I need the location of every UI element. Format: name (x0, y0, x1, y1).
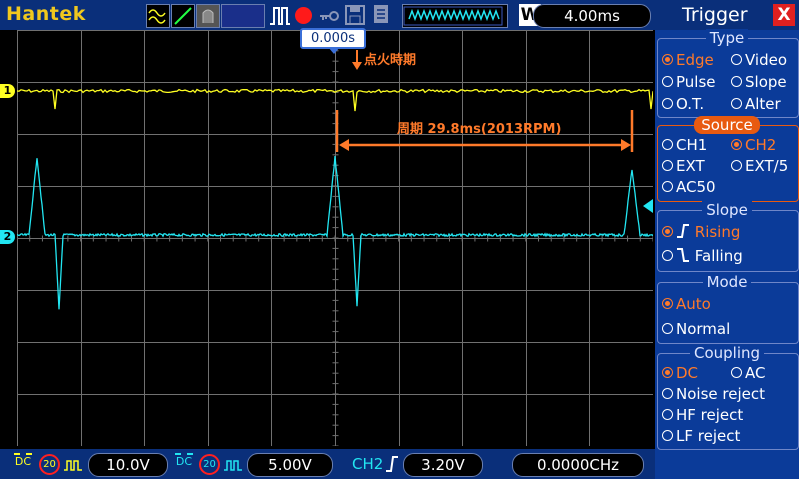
slope-option-falling[interactable]: Falling (662, 247, 743, 265)
persist-icon[interactable] (196, 4, 220, 28)
coupling-option-lf-reject[interactable]: LF reject (662, 427, 740, 445)
type-option-pulse[interactable]: Pulse (662, 73, 716, 91)
ch1-bandwidth-limit[interactable]: 20 (39, 454, 60, 475)
source-option-ext5[interactable]: EXT/5 (731, 157, 788, 175)
falling-edge-icon (677, 248, 689, 262)
record-icon[interactable] (295, 7, 312, 24)
trigger-level-readout[interactable]: 3.20V (403, 453, 483, 477)
memory-depth-icon[interactable] (402, 4, 508, 28)
ignition-label: 点火時期 (364, 52, 416, 68)
rising-edge-status-icon (385, 455, 399, 477)
sine-wave-icon[interactable] (146, 4, 170, 28)
mode-heading: Mode (655, 273, 799, 291)
ch2-coupling[interactable]: DC (175, 453, 193, 467)
trigger-channel-label[interactable]: CH2 (352, 454, 383, 474)
ramp-icon[interactable] (171, 4, 195, 28)
type-option-video[interactable]: Video (731, 51, 787, 69)
coupling-option-dc[interactable]: DC (662, 364, 698, 382)
ch1-volts-div[interactable]: 10.0V (88, 453, 168, 477)
ch2-waveform-icon (223, 457, 243, 476)
coupling-option-hf-reject[interactable]: HF reject (662, 406, 743, 424)
type-option-edge[interactable]: Edge (662, 51, 714, 69)
timebase-readout[interactable]: 4.00ms (533, 4, 651, 28)
source-option-ext[interactable]: EXT (662, 157, 705, 175)
print-icon[interactable] (372, 3, 392, 25)
source-option-ch2[interactable]: CH2 (731, 136, 776, 154)
period-arrow-head-right (621, 139, 631, 151)
ch2-bandwidth-limit[interactable]: 20 (199, 454, 220, 475)
pulse-icon[interactable] (269, 5, 291, 27)
trigger-position-readout[interactable]: 0.000s (300, 28, 366, 49)
coupling-option-noise-reject[interactable]: Noise reject (662, 385, 765, 403)
mode-option-normal[interactable]: Normal (662, 320, 730, 338)
toolbar: Hantek W 4.00ms (0, 0, 655, 30)
ch1-waveform-icon (63, 457, 83, 476)
save-icon[interactable] (345, 4, 365, 25)
type-heading: Type (655, 29, 799, 47)
slope-option-rising[interactable]: Rising (662, 223, 740, 241)
slope-heading: Slope (655, 201, 799, 219)
source-heading: Source (655, 116, 799, 134)
close-icon[interactable]: X (773, 4, 795, 26)
ch1-ground-marker[interactable]: 1 (0, 84, 15, 98)
type-option-ot[interactable]: O.T. (662, 95, 704, 113)
source-option-ch1[interactable]: CH1 (662, 136, 707, 154)
frequency-readout: 0.0000CHz (512, 453, 644, 477)
period-label: 周期 29.8ms(2013RPM) (397, 122, 561, 137)
trigger-panel: Trigger X Type Edge Video Pulse Slope O.… (655, 0, 799, 479)
ch1-coupling[interactable]: DC (14, 453, 32, 467)
key-icon[interactable] (318, 6, 340, 26)
coupling-heading: Coupling (655, 344, 799, 362)
trigger-position-pointer (328, 47, 340, 54)
type-option-alter[interactable]: Alter (731, 95, 781, 113)
period-arrow-head-left (339, 139, 349, 151)
type-option-slope[interactable]: Slope (731, 73, 787, 91)
brand-logo: Hantek (6, 3, 86, 25)
status-bar: DC 20 10.0V DC 20 5.00V CH2 3.20V 0.0000… (0, 449, 655, 479)
rising-edge-icon (677, 224, 689, 238)
waveform-display[interactable]: 点火時期 周期 29.8ms(2013RPM) 0.000s (16, 28, 654, 447)
ch2-volts-div[interactable]: 5.00V (247, 453, 333, 477)
waveform-svg: 点火時期 周期 29.8ms(2013RPM) (16, 29, 654, 447)
ch2-ground-marker[interactable]: 2 (0, 230, 15, 244)
trigger-level-marker[interactable] (643, 199, 653, 213)
persist-value-box[interactable] (221, 4, 265, 28)
source-option-ac50[interactable]: AC50 (662, 178, 716, 196)
ignition-arrow-head (352, 62, 362, 70)
coupling-option-ac[interactable]: AC (731, 364, 765, 382)
mode-option-auto[interactable]: Auto (662, 295, 711, 313)
